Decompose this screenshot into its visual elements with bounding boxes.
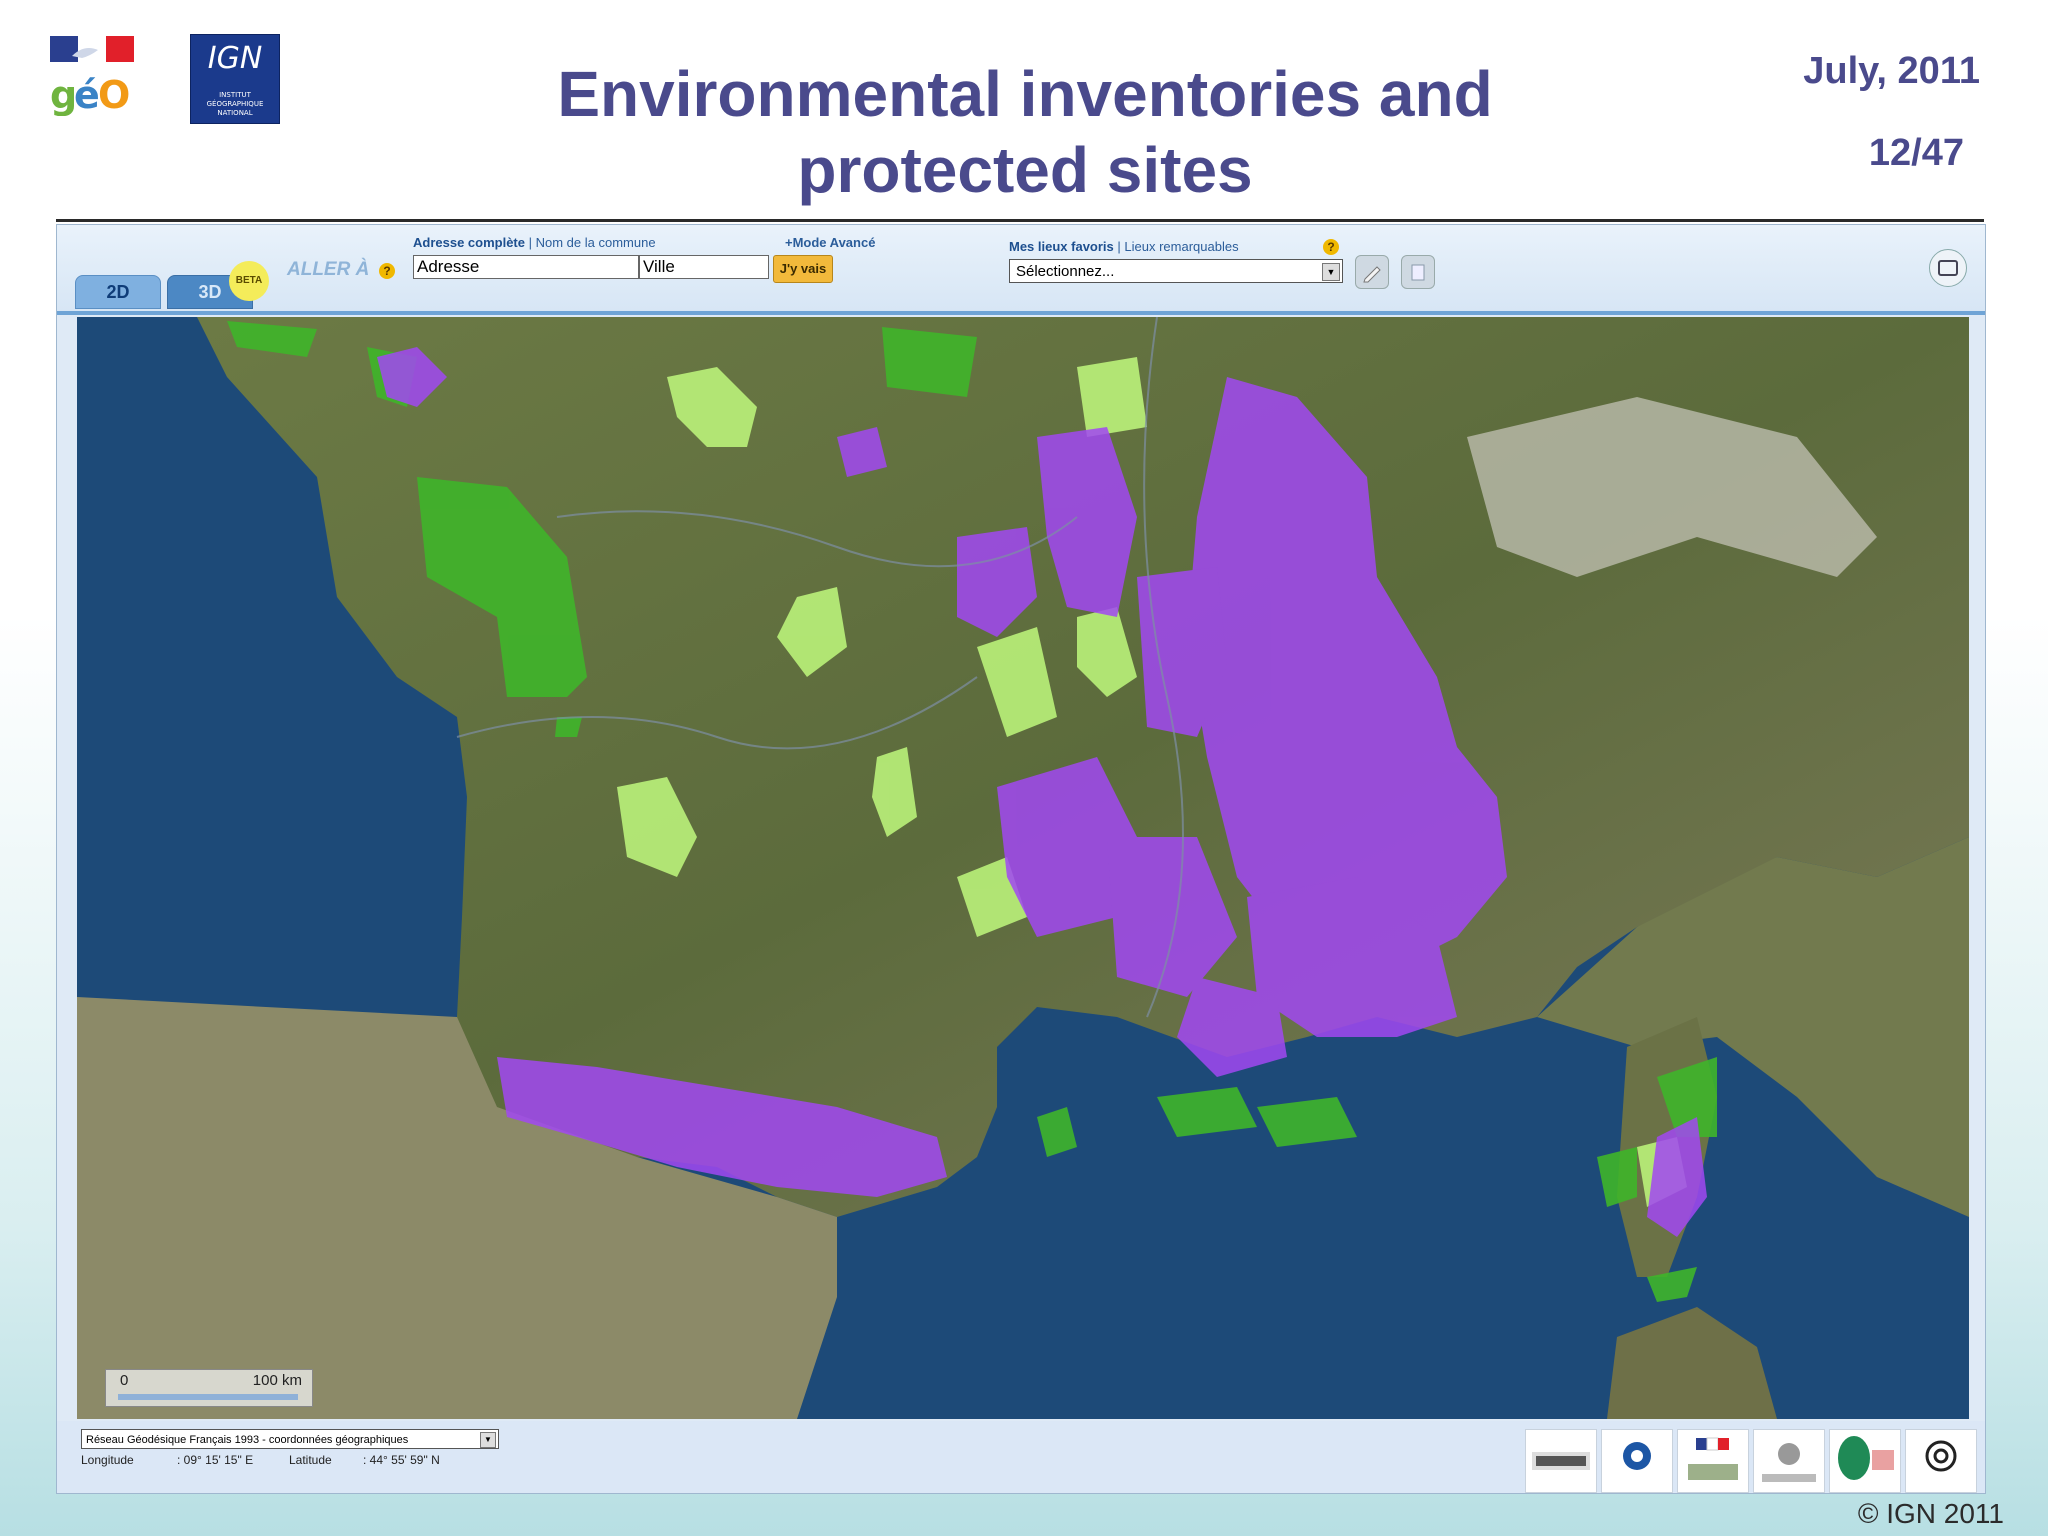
chevron-down-icon[interactable]: ▼ xyxy=(480,1432,496,1448)
aires-marines-logo xyxy=(1753,1429,1825,1493)
beta-badge: BETA xyxy=(229,261,269,301)
geomer-logo xyxy=(1525,1429,1597,1493)
slide-date: July, 2011 xyxy=(1803,50,1980,92)
parcs-regionaux-logo xyxy=(1905,1429,1977,1493)
header-divider xyxy=(56,219,1984,222)
longitude-label: Longitude xyxy=(81,1453,134,1467)
parcs-nationaux-logo xyxy=(1829,1429,1901,1493)
map-footer: Réseau Géodésique Français 1993 - coordo… xyxy=(57,1421,1985,1493)
slide-title: Environmental inventories and protected … xyxy=(440,56,1610,208)
remarkable-places-link[interactable]: Lieux remarquables xyxy=(1124,239,1238,254)
geo-logo: g é O xyxy=(50,34,140,117)
commune-name-link[interactable]: Nom de la commune xyxy=(536,235,656,250)
ign-logo-text: IGN xyxy=(207,41,263,76)
svg-text:O: O xyxy=(98,73,130,116)
address-input[interactable] xyxy=(413,255,639,279)
edit-icon[interactable] xyxy=(1355,255,1389,289)
slide-title-line1: Environmental inventories and xyxy=(557,58,1493,130)
scale-min-label: 0 xyxy=(120,1372,129,1389)
favorites-label-main[interactable]: Mes lieux favoris xyxy=(1009,239,1114,254)
ign-logo: IGN INSTITUT GÉOGRAPHIQUE NATIONAL xyxy=(190,34,280,124)
satellite-map[interactable] xyxy=(77,317,1969,1419)
slide-title-line2: protected sites xyxy=(797,134,1253,206)
favorites-select[interactable]: Sélectionnez... ▼ xyxy=(1009,259,1343,283)
city-input[interactable] xyxy=(639,255,769,279)
map-scale: 0 100 km xyxy=(105,1369,313,1407)
crs-select-value: Réseau Géodésique Français 1993 - coordo… xyxy=(86,1434,409,1446)
svg-text:é: é xyxy=(74,73,100,116)
slide-page-number: 12/47 xyxy=(1868,132,1964,174)
advanced-mode-link[interactable]: +Mode Avancé xyxy=(785,235,875,250)
help-icon[interactable]: ? xyxy=(379,263,395,279)
map-toolbar: 2D 3D BETA ALLER À ? Adresse complète | … xyxy=(57,225,1985,315)
latitude-label: Latitude xyxy=(289,1453,332,1467)
fullscreen-icon[interactable] xyxy=(1929,249,1967,287)
scale-bar xyxy=(118,1394,298,1400)
favorites-help-icon[interactable]: ? xyxy=(1323,239,1339,255)
ministry-logo xyxy=(1677,1429,1749,1493)
longitude-value: : 09° 15' 15" E xyxy=(177,1453,254,1467)
favorites-label: Mes lieux favoris | Lieux remarquables xyxy=(1009,239,1239,254)
go-button[interactable]: J'y vais xyxy=(773,255,833,283)
address-label-separator: | xyxy=(525,235,536,250)
map-view[interactable]: 0 100 km xyxy=(77,317,1969,1419)
delete-icon[interactable] xyxy=(1401,255,1435,289)
address-label: Adresse complète | Nom de la commune xyxy=(413,235,656,250)
latitude-value: : 44° 55' 59" N xyxy=(363,1453,440,1467)
favorites-label-separator: | xyxy=(1113,239,1125,254)
geoportail-app: 2D 3D BETA ALLER À ? Adresse complète | … xyxy=(56,224,1986,1494)
ign-logo-subtitle: INSTITUT GÉOGRAPHIQUE NATIONAL xyxy=(206,91,264,117)
crs-select[interactable]: Réseau Géodésique Français 1993 - coordo… xyxy=(81,1429,499,1449)
address-label-main[interactable]: Adresse complète xyxy=(413,235,525,250)
tab-2d[interactable]: 2D xyxy=(75,275,161,309)
favorites-select-value: Sélectionnez... xyxy=(1016,263,1115,280)
conservatoire-littoral-logo xyxy=(1601,1429,1673,1493)
scale-max-label: 100 km xyxy=(252,1372,302,1389)
aller-a-label: ALLER À xyxy=(287,259,370,280)
chevron-down-icon[interactable]: ▼ xyxy=(1322,263,1340,281)
copyright: © IGN 2011 xyxy=(1857,1498,2004,1529)
